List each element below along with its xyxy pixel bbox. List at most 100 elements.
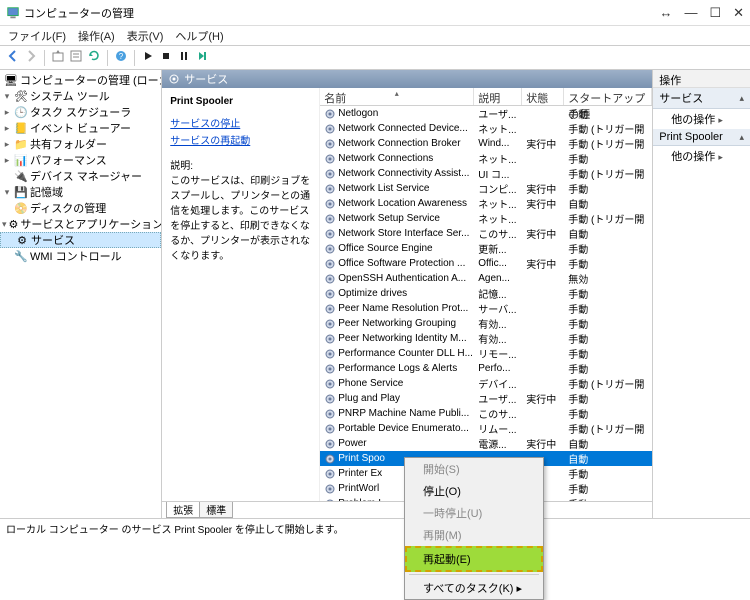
- extra-button[interactable]: ↔: [659, 5, 672, 21]
- tree-node[interactable]: ▾⚙サービスとアプリケーション: [0, 216, 161, 232]
- col-desc[interactable]: 説明: [474, 88, 522, 105]
- title-bar: コンピューターの管理 ↔ — ☐ ✕: [0, 0, 750, 26]
- expander-icon[interactable]: ▸: [2, 123, 12, 134]
- service-row[interactable]: Office Software Protection ...Offic...実行…: [320, 256, 652, 271]
- service-row[interactable]: Netlogonユーザ...手動: [320, 106, 652, 121]
- expander-icon[interactable]: ▾: [2, 187, 12, 198]
- menu-help[interactable]: ヘルプ(H): [175, 28, 223, 43]
- tree-icon: ⚙: [15, 233, 29, 247]
- tree-icon: 🔌: [14, 169, 28, 183]
- tree-node[interactable]: 🖥コンピューターの管理 (ローカル): [0, 72, 161, 88]
- col-status[interactable]: 状態: [522, 88, 564, 105]
- col-name[interactable]: ▴名前: [320, 88, 474, 105]
- forward-button[interactable]: [24, 49, 38, 66]
- context-menu-item[interactable]: すべてのタスク(K) ▸: [405, 577, 543, 599]
- link-stop-service[interactable]: サービスの停止: [170, 117, 311, 132]
- actions-item-other1[interactable]: 他の操作 ▸: [653, 109, 750, 129]
- expander-icon[interactable]: ▸: [2, 155, 12, 166]
- tab-standard[interactable]: 標準: [199, 502, 233, 518]
- close-button[interactable]: ✕: [733, 5, 744, 21]
- service-row[interactable]: Network Connectivity Assist...UI コ...手動 …: [320, 166, 652, 181]
- service-row[interactable]: PNRP Machine Name Publi...このサ...手動: [320, 406, 652, 421]
- service-row[interactable]: Network Connectionsネット...手動: [320, 151, 652, 166]
- app-icon: [6, 6, 20, 20]
- maximize-button[interactable]: ☐: [709, 5, 721, 21]
- menu-action[interactable]: 操作(A): [78, 28, 115, 43]
- tree-node[interactable]: ▾🛠システム ツール: [0, 88, 161, 104]
- help-button[interactable]: ?: [114, 49, 128, 66]
- pause-button[interactable]: [177, 49, 191, 66]
- tree-node[interactable]: ▸📊パフォーマンス: [0, 152, 161, 168]
- service-row[interactable]: Power電源...実行中自動: [320, 436, 652, 451]
- list-header[interactable]: ▴名前 説明 状態 スタートアップの種: [320, 88, 652, 106]
- service-row[interactable]: OpenSSH Authentication A...Agen...無効: [320, 271, 652, 286]
- detail-service-name: Print Spooler: [170, 94, 311, 109]
- restart-button[interactable]: [195, 49, 209, 66]
- service-row[interactable]: Peer Networking Identity M...有効...手動: [320, 331, 652, 346]
- service-row[interactable]: Network Connection BrokerWind...実行中手動 (ト…: [320, 136, 652, 151]
- context-menu-item[interactable]: 再起動(E): [405, 546, 543, 572]
- service-row[interactable]: Performance Logs & AlertsPerfo...手動: [320, 361, 652, 376]
- tree-node[interactable]: ▸🕒タスク スケジューラ: [0, 104, 161, 120]
- context-menu-item[interactable]: 停止(O): [405, 480, 543, 502]
- tree-label: 記憶域: [30, 184, 63, 200]
- service-row[interactable]: Network Store Interface Ser...このサ...実行中自…: [320, 226, 652, 241]
- tree-node[interactable]: 🔧WMI コントロール: [0, 248, 161, 264]
- properties-button[interactable]: [69, 49, 83, 66]
- tab-extended[interactable]: 拡張: [166, 502, 200, 518]
- menu-view[interactable]: 表示(V): [127, 28, 164, 43]
- minimize-button[interactable]: —: [684, 5, 697, 21]
- actions-section-services[interactable]: サービス▴: [653, 88, 750, 109]
- link-restart-service[interactable]: サービスの再起動: [170, 134, 311, 149]
- service-row[interactable]: Network Location Awarenessネット...実行中自動: [320, 196, 652, 211]
- tree-node[interactable]: ⚙サービス: [0, 232, 161, 248]
- service-row[interactable]: Peer Networking Grouping有効...手動: [320, 316, 652, 331]
- tree-node[interactable]: 🔌デバイス マネージャー: [0, 168, 161, 184]
- tree-label: デバイス マネージャー: [30, 168, 142, 184]
- tree-label: タスク スケジューラ: [30, 104, 131, 120]
- up-button[interactable]: [51, 49, 65, 66]
- service-row[interactable]: Plug and Playユーザ...実行中手動: [320, 391, 652, 406]
- refresh-button[interactable]: [87, 49, 101, 66]
- collapse-icon: ▴: [739, 93, 744, 104]
- tree-node[interactable]: ▸📁共有フォルダー: [0, 136, 161, 152]
- back-button[interactable]: [6, 49, 20, 66]
- service-row[interactable]: Portable Device Enumerato...リムー...手動 (トリ…: [320, 421, 652, 436]
- service-row[interactable]: Optimize drives記憶...手動: [320, 286, 652, 301]
- service-row[interactable]: Network List Serviceコンピ...実行中手動: [320, 181, 652, 196]
- toolbar: ?: [0, 46, 750, 70]
- services-list[interactable]: ▴名前 説明 状態 スタートアップの種 Netlogonユーザ...手動Netw…: [320, 88, 652, 501]
- play-button[interactable]: [141, 49, 155, 66]
- service-row[interactable]: Network Connected Device...ネット...手動 (トリガ…: [320, 121, 652, 136]
- submenu-icon: ▸: [718, 152, 723, 162]
- tree-icon: 🛠: [14, 89, 28, 103]
- tree-node[interactable]: 📀ディスクの管理: [0, 200, 161, 216]
- actions-item-other2[interactable]: 他の操作 ▸: [653, 146, 750, 166]
- context-menu[interactable]: 開始(S)停止(O)一時停止(U)再開(M)再起動(E)すべてのタスク(K) ▸: [404, 457, 544, 600]
- service-row[interactable]: Peer Name Resolution Prot...サーバ...手動: [320, 301, 652, 316]
- tree-label: パフォーマンス: [30, 152, 107, 168]
- detail-desc-text: このサービスは、印刷ジョブをスプールし、プリンターとの通信を処理します。このサー…: [170, 174, 311, 264]
- service-row[interactable]: Phone Serviceデバイ...手動 (トリガー開: [320, 376, 652, 391]
- center-title-label: サービス: [184, 71, 228, 87]
- actions-pane: 操作 サービス▴ 他の操作 ▸ Print Spooler▴ 他の操作 ▸: [652, 70, 750, 518]
- actions-title: 操作: [653, 70, 750, 88]
- expander-icon[interactable]: ▾: [2, 219, 7, 230]
- submenu-icon: ▸: [718, 115, 723, 125]
- menu-file[interactable]: ファイル(F): [8, 28, 66, 43]
- expander-icon[interactable]: ▸: [2, 139, 12, 150]
- navigation-tree[interactable]: 🖥コンピューターの管理 (ローカル)▾🛠システム ツール▸🕒タスク スケジューラ…: [0, 70, 162, 518]
- service-row[interactable]: Office Source Engine更新...手動: [320, 241, 652, 256]
- tree-node[interactable]: ▸📒イベント ビューアー: [0, 120, 161, 136]
- menu-bar: ファイル(F) 操作(A) 表示(V) ヘルプ(H): [0, 26, 750, 46]
- expander-icon[interactable]: ▸: [2, 107, 12, 118]
- detail-desc-label: 説明:: [170, 159, 311, 174]
- actions-section-printspooler[interactable]: Print Spooler▴: [653, 129, 750, 146]
- stop-button[interactable]: [159, 49, 173, 66]
- tree-node[interactable]: ▾💾記憶域: [0, 184, 161, 200]
- tree-icon: 🖥: [4, 73, 18, 87]
- col-startup[interactable]: スタートアップの種: [564, 88, 652, 105]
- service-row[interactable]: Network Setup Serviceネット...手動 (トリガー開: [320, 211, 652, 226]
- expander-icon[interactable]: ▾: [2, 91, 12, 102]
- service-row[interactable]: Performance Counter DLL H...リモー...手動: [320, 346, 652, 361]
